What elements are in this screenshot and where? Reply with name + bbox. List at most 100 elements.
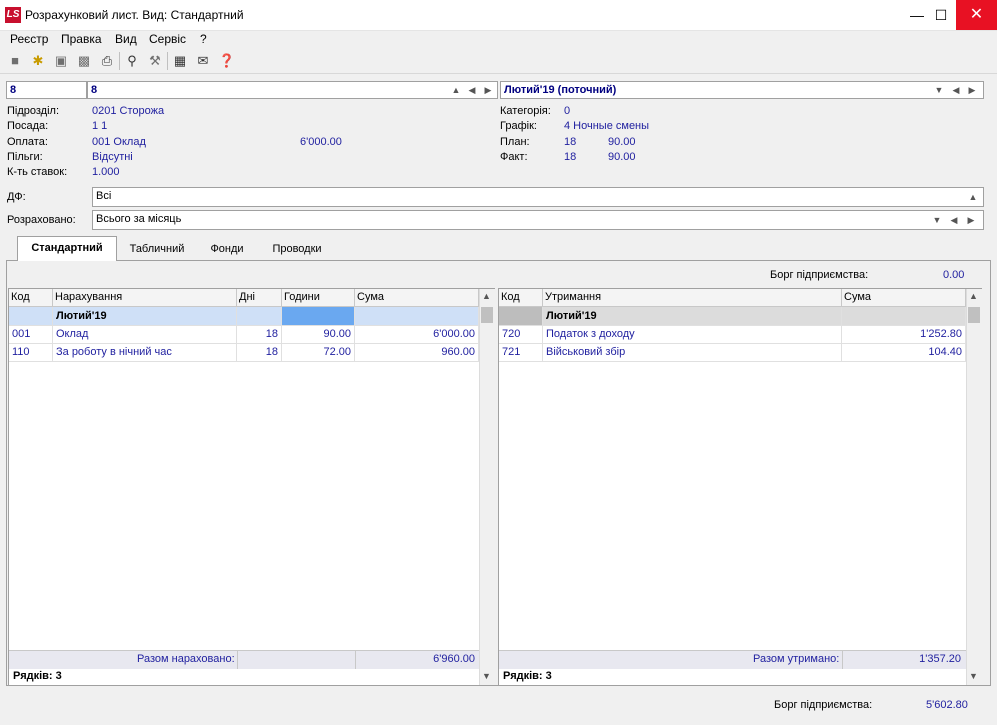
calculated-value: Всього за місяць [96, 213, 182, 225]
next-period-icon[interactable]: ▶ [966, 82, 978, 98]
mail-icon[interactable]: ✉ [194, 52, 212, 70]
table-row[interactable]: 721 Військовий збір 104.40 [499, 343, 966, 362]
group-row[interactable]: Лютий'19 [499, 307, 966, 326]
code-cell: 721 [499, 343, 543, 361]
group-code-cell [499, 307, 543, 325]
copy-icon[interactable]: ▣ [52, 52, 70, 70]
prev-arrow-icon[interactable]: ◀ [466, 82, 478, 98]
debt-bottom-label: Борг підприємства: [774, 699, 873, 711]
tab-postings[interactable]: Проводки [262, 238, 332, 260]
label-category: Категорія: [500, 105, 551, 117]
scroll-up-icon[interactable]: ▲ [967, 189, 979, 205]
table-row[interactable]: 001 Оклад 18 90.00 6'000.00 [9, 325, 479, 344]
value-department: 0201 Сторожа [92, 105, 165, 117]
period-value: Лютий'19 (поточний) [504, 84, 617, 96]
calculator-icon[interactable]: ▦ [171, 52, 189, 70]
employee-field[interactable]: 8 [87, 81, 498, 99]
label-position: Посада: [7, 120, 49, 132]
window-title: Розрахунковий лист. Вид: Стандартний [25, 8, 244, 22]
accruals-scrollbar[interactable]: ▲ ▼ [479, 289, 495, 685]
value-fact-days: 18 [564, 151, 577, 163]
close-button[interactable]: ✕ [956, 0, 997, 30]
print-icon[interactable]: ⎙ [98, 52, 116, 70]
deductions-scrollbar[interactable]: ▲ ▼ [966, 289, 982, 685]
calculated-select[interactable]: Всього за місяць ▼ ◀ ▶ [92, 210, 984, 230]
group-row[interactable]: Лютий'19 [9, 307, 479, 326]
col-sum[interactable]: Сума [842, 289, 966, 306]
col-deduction[interactable]: Утримання [543, 289, 842, 306]
deductions-total-row: Разом утримано: 1'357.20 [499, 650, 966, 669]
group-title: Лютий'19 [53, 307, 237, 325]
help-icon[interactable]: ❓ [218, 52, 236, 70]
table-row[interactable]: 110 За роботу в нічний час 18 72.00 960.… [9, 343, 479, 362]
label-benefits: Пільги: [7, 151, 43, 163]
scroll-up-icon[interactable]: ▲ [450, 82, 462, 98]
tab-number-field[interactable]: 8 [6, 81, 87, 99]
sum-cell: 1'252.80 [842, 325, 966, 343]
toolbar-separator [167, 52, 168, 70]
prev-period-icon[interactable]: ◀ [950, 82, 962, 98]
wrench-icon[interactable]: ⚒ [146, 52, 164, 70]
prev-arrow-icon[interactable]: ◀ [948, 212, 960, 228]
col-code[interactable]: Код [9, 289, 53, 306]
menu-view[interactable]: Вид [115, 32, 137, 46]
group-sum-cell [355, 307, 479, 325]
deductions-rows-count: Рядків: 3 [503, 670, 552, 682]
scroll-up-icon[interactable]: ▲ [482, 291, 491, 301]
next-arrow-icon[interactable]: ▶ [482, 82, 494, 98]
value-schedule: 4 Ночные смены [564, 120, 650, 132]
tab-funds[interactable]: Фонди [198, 238, 256, 260]
sum-cell: 104.40 [842, 343, 966, 361]
deductions-grid: Код Утримання Сума Лютий'19 720 Податок … [498, 288, 982, 686]
new-doc-icon[interactable]: ✱ [29, 52, 47, 70]
value-fact-hours: 90.00 [608, 151, 636, 163]
maximize-button[interactable]: ☐ [925, 0, 957, 30]
df-field[interactable]: Всі ▲ [92, 187, 984, 207]
label-plan: План: [500, 136, 530, 148]
scroll-thumb[interactable] [968, 307, 980, 323]
search-icon[interactable]: ⚲ [123, 52, 141, 70]
table-row[interactable]: 720 Податок з доходу 1'252.80 [499, 325, 966, 344]
dropdown-icon[interactable]: ▼ [933, 82, 945, 98]
code-cell: 001 [9, 325, 53, 343]
col-accrual[interactable]: Нарахування [53, 289, 237, 306]
folder-icon[interactable]: ■ [6, 52, 24, 70]
scroll-down-icon[interactable]: ▼ [969, 671, 978, 681]
value-payment: 001 Оклад [92, 136, 146, 148]
name-cell: Податок з доходу [543, 325, 842, 343]
label-df: ДФ: [7, 191, 26, 203]
scroll-thumb[interactable] [481, 307, 493, 323]
tab-standard[interactable]: Стандартний [17, 236, 117, 261]
app-logo: LS [5, 7, 21, 23]
label-schedule: Графік: [500, 120, 537, 132]
col-hours[interactable]: Години [282, 289, 355, 306]
menu-service[interactable]: Сервіс [149, 32, 186, 46]
menu-help[interactable]: ? [200, 32, 207, 46]
col-days[interactable]: Дні [237, 289, 282, 306]
label-payment: Оплата: [7, 136, 48, 148]
dropdown-icon[interactable]: ▼ [931, 212, 943, 228]
scroll-down-icon[interactable]: ▼ [482, 671, 491, 681]
delete-icon[interactable]: ▩ [75, 52, 93, 70]
group-sum-cell [842, 307, 966, 325]
selected-cell[interactable] [282, 307, 355, 325]
next-arrow-icon[interactable]: ▶ [965, 212, 977, 228]
tab-table[interactable]: Табличний [120, 238, 194, 260]
employee-value: 8 [91, 84, 98, 96]
accruals-rows-count: Рядків: 3 [13, 670, 62, 682]
col-sum[interactable]: Сума [355, 289, 479, 306]
name-cell: Оклад [53, 325, 237, 343]
period-select[interactable]: Лютий'19 (поточний) [500, 81, 984, 99]
menu-registry[interactable]: Реєстр [10, 32, 48, 46]
accruals-header: Код Нарахування Дні Години Сума [9, 289, 479, 307]
col-code[interactable]: Код [499, 289, 543, 306]
deductions-total-value: 1'357.20 [919, 653, 961, 665]
divider [355, 651, 356, 669]
scroll-up-icon[interactable]: ▲ [969, 291, 978, 301]
debt-top-value: 0.00 [943, 269, 965, 281]
value-rate-count: 1.000 [92, 166, 120, 178]
value-category: 0 [564, 105, 571, 117]
deductions-header: Код Утримання Сума [499, 289, 966, 307]
menu-edit[interactable]: Правка [61, 32, 102, 46]
name-cell: Військовий збір [543, 343, 842, 361]
